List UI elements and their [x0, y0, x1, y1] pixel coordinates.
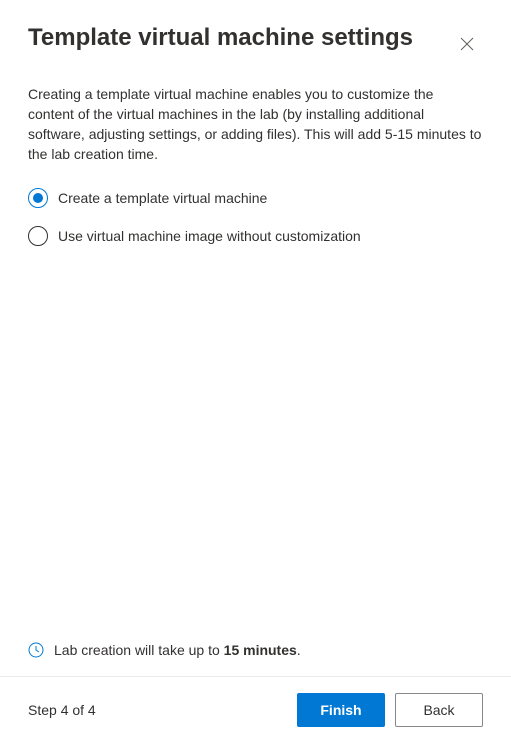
option-create-template[interactable]: Create a template virtual machine: [28, 188, 483, 208]
panel-body: Creating a template virtual machine enab…: [0, 68, 511, 642]
settings-panel: Template virtual machine settings Creati…: [0, 0, 511, 747]
panel-header: Template virtual machine settings: [0, 0, 511, 68]
option-use-image[interactable]: Use virtual machine image without custom…: [28, 226, 483, 246]
finish-button[interactable]: Finish: [297, 693, 385, 727]
close-icon: [460, 37, 474, 51]
info-text: Lab creation will take up to 15 minutes.: [54, 642, 301, 658]
footer-buttons: Finish Back: [297, 693, 483, 727]
radio-icon: [28, 188, 48, 208]
radio-icon: [28, 226, 48, 246]
panel-footer: Step 4 of 4 Finish Back: [0, 676, 511, 747]
option-label: Use virtual machine image without custom…: [58, 228, 361, 244]
close-button[interactable]: [451, 28, 483, 60]
info-bar: Lab creation will take up to 15 minutes.: [0, 642, 511, 676]
info-bold: 15 minutes: [224, 642, 297, 658]
back-button[interactable]: Back: [395, 693, 483, 727]
info-prefix: Lab creation will take up to: [54, 642, 224, 658]
step-indicator: Step 4 of 4: [28, 702, 297, 718]
clock-icon: [28, 642, 44, 658]
option-label: Create a template virtual machine: [58, 190, 267, 206]
panel-title: Template virtual machine settings: [28, 24, 413, 52]
radio-dot-icon: [33, 193, 43, 203]
template-option-group: Create a template virtual machine Use vi…: [28, 188, 483, 246]
info-suffix: .: [297, 642, 301, 658]
description-text: Creating a template virtual machine enab…: [28, 84, 483, 164]
